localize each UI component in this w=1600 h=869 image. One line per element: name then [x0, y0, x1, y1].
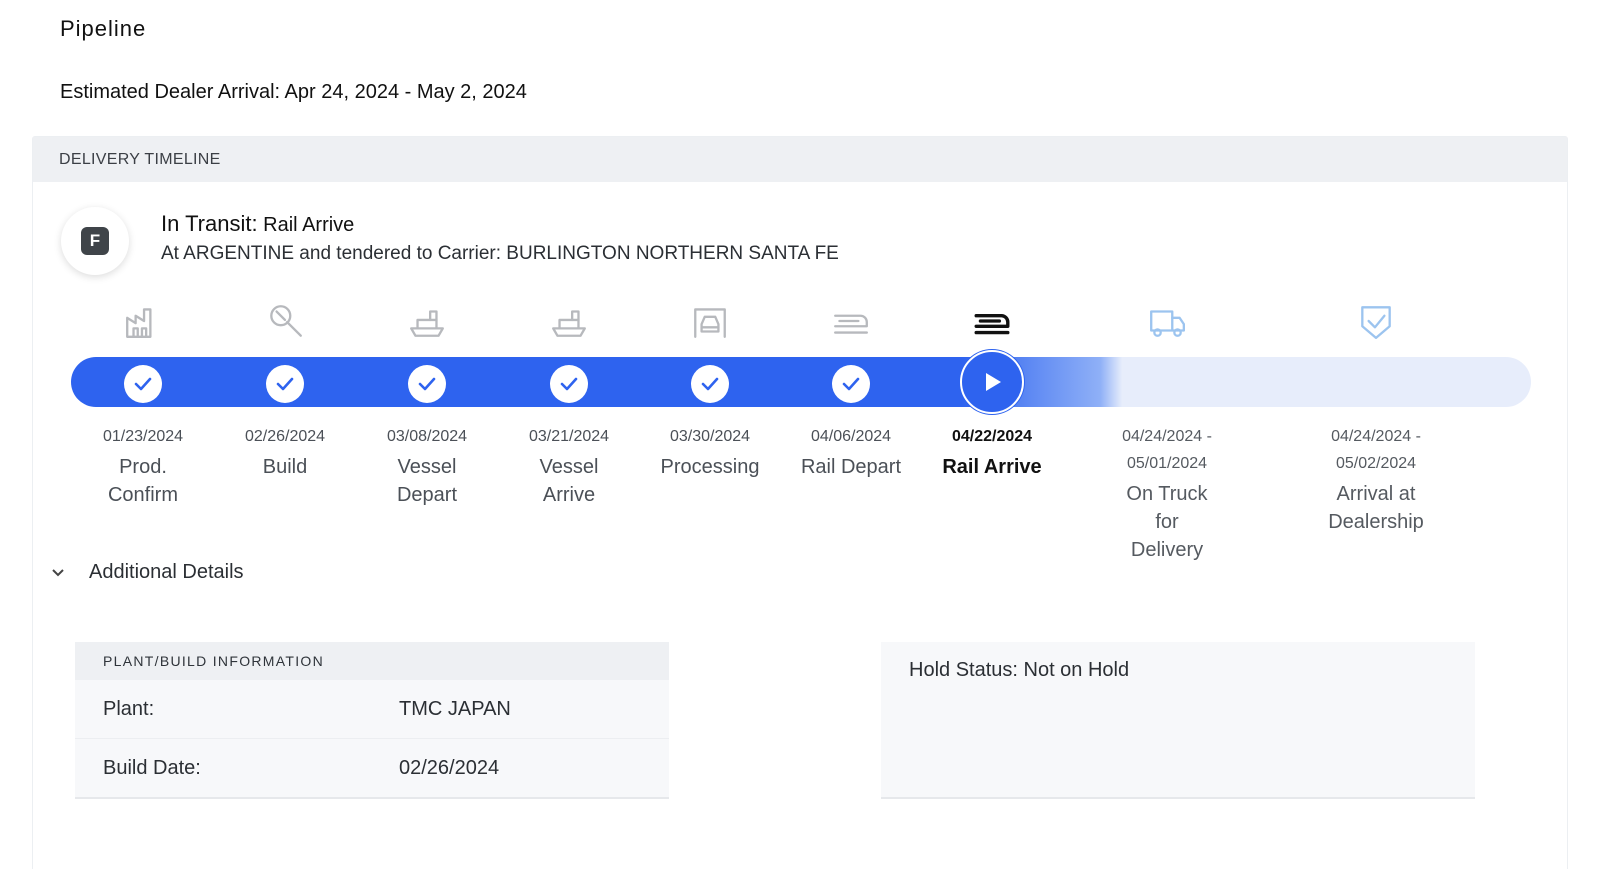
build-date-key: Build Date: [103, 757, 201, 779]
timeline-step-arrival-at-dealership: 04/24/2024 - 05/02/2024 Arrival at Dealer… [1301, 297, 1451, 533]
check-icon [124, 365, 162, 403]
transit-status-label: In Transit: [161, 211, 258, 236]
timeline-step-date: 04/24/2024 - 05/01/2024 [1122, 428, 1212, 472]
timeline-step-label: Build [262, 456, 308, 478]
timeline-step-text: 04/06/2024 Rail Depart [776, 423, 926, 481]
timeline-step-label: Arrival at Dealership [1328, 483, 1424, 533]
railcar-icon [776, 297, 926, 345]
timeline-step-vessel-depart: 03/08/2024 Vessel Depart [352, 297, 502, 506]
timeline-step-date: 03/08/2024 [386, 428, 468, 445]
check-icon [550, 365, 588, 403]
truck-icon [1092, 297, 1242, 345]
railcar-icon [917, 297, 1067, 345]
transit-status: In Transit: Rail Arrive [161, 211, 354, 237]
timeline-step-text: 01/23/2024 Prod. Confirm [68, 423, 218, 509]
delivery-timeline-card: DELIVERY TIMELINE F In Transit: Rail Arr… [32, 136, 1568, 869]
wrench-icon [210, 297, 360, 345]
plant-build-header: PLANT/BUILD INFORMATION [75, 642, 669, 680]
timeline-step-date: 04/06/2024 [810, 428, 892, 445]
timeline-step-text: 04/22/2024 Rail Arrive [917, 423, 1067, 481]
additional-details-label: Additional Details [89, 561, 244, 583]
timeline-step-label: Vessel Depart [396, 456, 458, 506]
timeline-step-processing: 03/30/2024 Processing [635, 297, 785, 478]
timeline-step-label: Rail Arrive [942, 456, 1042, 478]
delivery-timeline: 01/23/2024 Prod. Confirm 02/26/2024 Build 03… [68, 297, 1531, 561]
timeline-step-build: 02/26/2024 Build [210, 297, 360, 478]
timeline-step-text: 02/26/2024 Build [210, 423, 360, 481]
status-avatar: F [61, 207, 129, 275]
hold-status: Hold Status: Not on Hold [909, 659, 1130, 681]
timeline-step-label: On Truck for Delivery [1126, 483, 1208, 561]
timeline-step-date: 03/30/2024 [669, 428, 751, 445]
timeline-header: DELIVERY TIMELINE [33, 137, 1567, 182]
timeline-step-date: 03/21/2024 [528, 428, 610, 445]
build-date-row: Build Date: 02/26/2024 [75, 739, 669, 798]
transit-status-detail: At ARGENTINE and tendered to Carrier: BU… [161, 243, 839, 264]
plant-key: Plant: [103, 697, 155, 720]
timeline-step-rail-arrive: 04/22/2024 Rail Arrive [917, 297, 1067, 478]
additional-details-toggle[interactable]: Additional Details [51, 561, 244, 584]
timeline-step-text: 04/24/2024 - 05/01/2024 On Truck for Deli… [1092, 423, 1242, 564]
timeline-step-label: Rail Depart [800, 456, 902, 478]
build-date-value: 02/26/2024 [399, 757, 500, 779]
timeline-step-prod-confirm: 01/23/2024 Prod. Confirm [68, 297, 218, 506]
ship-icon [352, 297, 502, 345]
factory-icon [68, 297, 218, 345]
timeline-step-date: 04/24/2024 - 05/02/2024 [1331, 428, 1421, 472]
plant-value: TMC JAPAN [399, 697, 511, 720]
timeline-step-vessel-arrive: 03/21/2024 Vessel Arrive [494, 297, 644, 506]
timeline-step-on-truck-for-delivery: 04/24/2024 - 05/01/2024 On Truck for Deli… [1092, 297, 1242, 561]
plant-build-panel: PLANT/BUILD INFORMATION Plant: TMC JAPAN… [75, 642, 669, 799]
timeline-step-label: Vessel Arrive [539, 456, 599, 506]
timeline-step-date: 04/22/2024 [951, 428, 1033, 445]
check-icon [691, 365, 729, 403]
timeline-step-text: 03/08/2024 Vessel Depart [352, 423, 502, 509]
shield-check-icon [1301, 297, 1451, 345]
page-title: Pipeline [60, 16, 147, 41]
transit-status-value: Rail Arrive [263, 214, 355, 236]
plant-row: Plant: TMC JAPAN [75, 680, 669, 739]
timeline-step-date: 02/26/2024 [244, 428, 326, 445]
check-icon [408, 365, 446, 403]
hold-status-panel: Hold Status: Not on Hold [881, 642, 1475, 799]
car-icon [635, 297, 785, 345]
timeline-step-date: 01/23/2024 [102, 428, 184, 445]
chevron-down-icon [51, 565, 71, 581]
estimated-dealer-arrival: Estimated Dealer Arrival: Apr 24, 2024 -… [60, 81, 527, 103]
play-icon [960, 350, 1024, 414]
timeline-step-text: 04/24/2024 - 05/02/2024 Arrival at Dealer… [1301, 423, 1451, 536]
timeline-step-rail-depart: 04/06/2024 Rail Depart [776, 297, 926, 478]
ship-icon [494, 297, 644, 345]
timeline-step-label: Processing [660, 456, 760, 478]
check-icon [832, 365, 870, 403]
timeline-step-label: Prod. Confirm [107, 456, 178, 506]
status-letter: F [81, 227, 109, 255]
timeline-step-text: 03/30/2024 Processing [635, 423, 785, 481]
check-icon [266, 365, 304, 403]
timeline-step-text: 03/21/2024 Vessel Arrive [494, 423, 644, 509]
